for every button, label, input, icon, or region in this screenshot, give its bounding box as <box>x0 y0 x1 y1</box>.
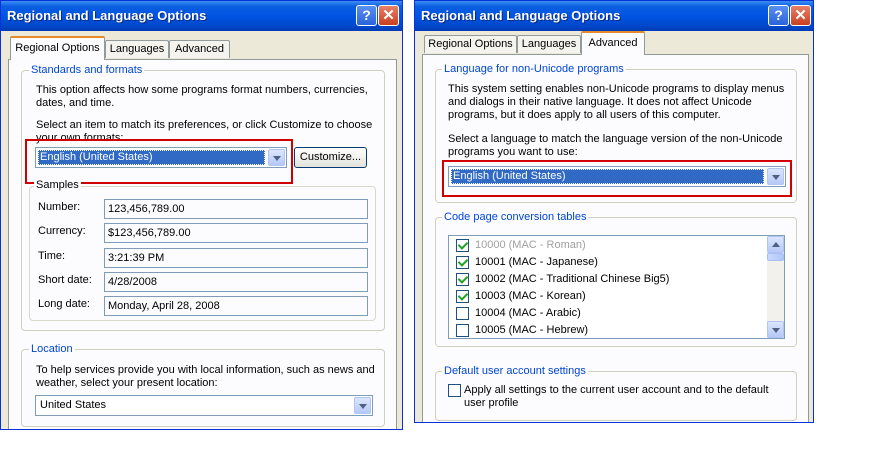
apply-settings-label[interactable]: Apply all settings to the current user a… <box>464 384 784 410</box>
location-dropdown[interactable]: United States <box>35 395 373 416</box>
tab-languages[interactable]: Languages <box>517 35 581 53</box>
code-page-checkbox[interactable] <box>456 290 469 303</box>
non-unicode-instruction: Select a language to match the language … <box>448 133 783 158</box>
standards-group-title: Standards and formats <box>29 64 145 76</box>
highlight-box <box>442 160 792 197</box>
code-page-label: 10005 (MAC - Hebrew) <box>475 324 589 336</box>
title-bar[interactable]: Regional and Language Options ? ✕ <box>415 1 813 31</box>
location-description: To help services provide you with local … <box>36 364 375 389</box>
sample-label-time: Time: <box>38 250 66 262</box>
regional-options-dialog-right: Regional and Language Options ? ✕ Region… <box>414 0 814 423</box>
non-unicode-description: This system setting enables non-Unicode … <box>448 83 785 121</box>
sample-value-short-date: 4/28/2008 <box>104 272 368 292</box>
code-page-checkbox[interactable] <box>456 324 469 337</box>
scrollbar-thumb[interactable] <box>767 253 784 261</box>
code-page-checkbox[interactable] <box>456 307 469 320</box>
highlight-box <box>25 139 293 184</box>
code-page-checkbox[interactable] <box>456 256 469 269</box>
code-page-group-title: Code page conversion tables <box>442 211 589 223</box>
window-title: Regional and Language Options <box>7 8 207 23</box>
help-button[interactable]: ? <box>356 5 377 26</box>
code-page-label: 10004 (MAC - Arabic) <box>475 307 581 319</box>
code-page-checkbox <box>456 239 469 252</box>
sample-label-short-date: Short date: <box>38 274 92 286</box>
sample-label-currency: Currency: <box>38 225 86 237</box>
tab-languages[interactable]: Languages <box>105 40 169 58</box>
code-page-list[interactable]: 10000 (MAC - Roman) 10001 (MAC - Japanes… <box>448 235 785 339</box>
title-bar[interactable]: Regional and Language Options ? ✕ <box>1 1 402 31</box>
code-page-label: 10003 (MAC - Korean) <box>475 290 586 302</box>
scroll-down-icon[interactable] <box>767 321 784 338</box>
code-page-checkbox[interactable] <box>456 273 469 286</box>
sample-value-long-date: Monday, April 28, 2008 <box>104 296 368 316</box>
location-dropdown-value: United States <box>40 399 107 411</box>
default-user-group-title: Default user account settings <box>442 365 588 377</box>
tab-advanced[interactable]: Advanced <box>169 40 230 58</box>
regional-options-dialog-left: Regional and Language Options ? ✕ Region… <box>0 0 403 430</box>
tab-regional-options[interactable]: Regional Options <box>424 35 517 53</box>
help-button[interactable]: ? <box>768 5 789 26</box>
non-unicode-group-title: Language for non-Unicode programs <box>442 63 626 75</box>
sample-value-number: 123,456,789.00 <box>104 199 368 219</box>
close-button[interactable]: ✕ <box>790 5 811 26</box>
close-button[interactable]: ✕ <box>378 5 399 26</box>
standards-description: This option affects how some programs fo… <box>36 84 368 109</box>
chevron-down-icon[interactable] <box>354 397 371 414</box>
code-page-label: 10000 (MAC - Roman) <box>475 239 586 251</box>
window-title: Regional and Language Options <box>421 8 621 23</box>
tab-advanced[interactable]: Advanced <box>581 31 645 55</box>
sample-label-number: Number: <box>38 201 81 213</box>
apply-settings-checkbox[interactable] <box>448 384 461 397</box>
code-page-label: 10001 (MAC - Japanese) <box>475 256 598 268</box>
scrollbar[interactable] <box>767 236 784 338</box>
sample-value-time: 3:21:39 PM <box>104 248 368 268</box>
code-page-label: 10002 (MAC - Traditional Chinese Big5) <box>475 273 670 285</box>
scroll-up-icon[interactable] <box>767 236 784 253</box>
location-group-title: Location <box>29 343 75 355</box>
customize-button[interactable]: Customize... <box>294 147 367 168</box>
sample-value-currency: $123,456,789.00 <box>104 223 368 243</box>
samples-title: Samples <box>34 179 81 191</box>
tab-regional-options[interactable]: Regional Options <box>10 36 105 60</box>
sample-label-long-date: Long date: <box>38 298 90 310</box>
